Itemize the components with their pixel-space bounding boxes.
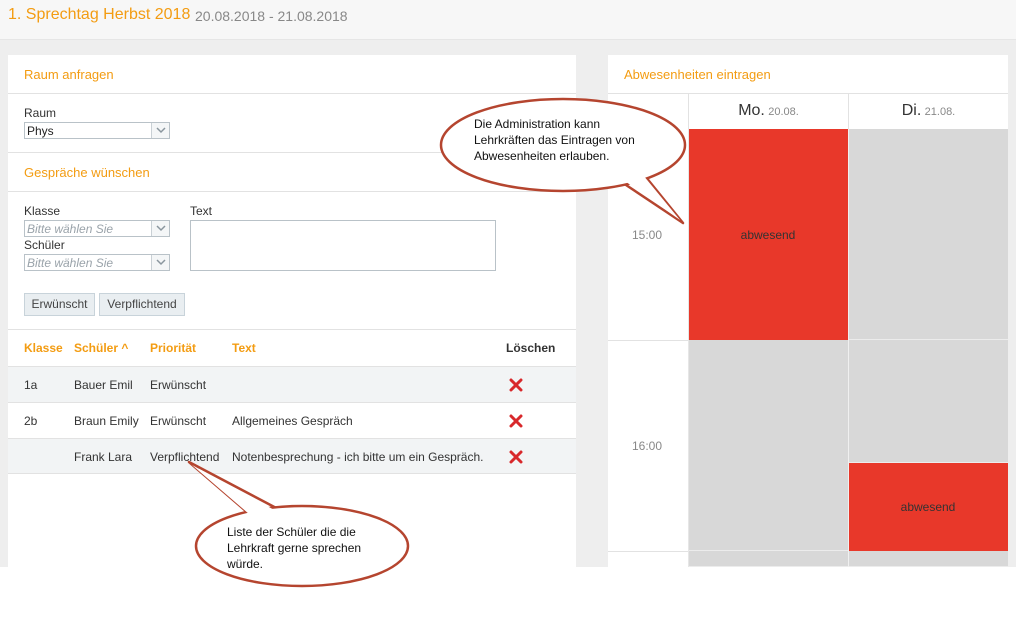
divider [608,551,688,552]
table-row: 2b Braun Emily Erwünscht Allgemeines Ges… [8,402,576,438]
delete-icon[interactable] [508,413,524,429]
room-label: Raum [24,106,57,120]
event-title: 1. Sprechtag Herbst 2018 [8,6,191,23]
absent-label: abwesend [740,228,796,242]
cell-text: Allgemeines Gespräch [232,414,353,428]
column-header-delete: Löschen [506,341,556,355]
absence-slot-tuesday-1630[interactable]: abwesend [848,463,1008,551]
delete-icon[interactable] [508,377,524,393]
time-slot-monday-next[interactable] [688,551,848,567]
column-header-class[interactable]: Klasse [24,341,63,355]
column-header-priority[interactable]: Priorität [150,341,196,355]
day-header-tuesday: Di. 21.08. [848,94,1008,129]
day-name: Mo. [738,102,765,119]
time-slot-monday-1600[interactable] [688,340,848,551]
column-header-student[interactable]: Schüler ^ [74,341,128,355]
absent-label: abwesend [900,500,956,514]
class-select[interactable]: Bitte wählen Sie [24,220,170,237]
cell-student: Frank Lara [74,450,133,464]
day-date: 20.08. [768,106,799,118]
column-header-text[interactable]: Text [232,341,256,355]
cell-priority: Erwünscht [150,378,207,392]
cell-class: 1a [24,378,38,392]
desired-button[interactable]: Erwünscht [24,293,95,316]
callout-list-note: Liste der Schüler die die Lehrkraft gern… [185,458,415,593]
student-select-placeholder: Bitte wählen Sie [27,256,114,270]
day-header-monday: Mo. 20.08. [688,94,848,129]
callout-list-text: Liste der Schüler die die Lehrkraft gern… [227,525,362,571]
cell-priority: Erwünscht [150,414,207,428]
cell-class: 2b [24,414,38,428]
chevron-down-icon[interactable] [151,123,169,138]
time-slot-tuesday-1500[interactable] [848,129,1008,340]
day-name: Di. [901,102,922,119]
time-label: 15:00 [632,228,663,242]
time-slot-tuesday-next[interactable] [848,551,1008,567]
absence-slot-monday-1500[interactable]: abwesend [688,129,848,340]
talk-requests-title: Gespräche wünschen [24,165,150,180]
room-select[interactable]: Phys [24,122,170,139]
event-dates: 20.08.2018 - 21.08.2018 [195,8,348,24]
text-label: Text [190,204,213,218]
absences-title: Abwesenheiten eintragen [624,67,771,82]
divider [8,93,576,94]
day-date: 21.08. [924,106,956,118]
cell-student: Braun Emily [74,414,139,428]
student-select[interactable]: Bitte wählen Sie [24,254,170,271]
room-request-title: Raum anfragen [24,67,114,82]
page-header: 1. Sprechtag Herbst 2018 20.08.2018 - 21… [0,0,1016,40]
table-row: 1a Bauer Emil Erwünscht [8,366,576,402]
class-select-placeholder: Bitte wählen Sie [27,222,114,236]
mandatory-button[interactable]: Verpflichtend [99,293,185,316]
callout-admin-text: Die Administration kann Lehrkräften das … [474,117,635,163]
room-select-value: Phys [27,124,54,138]
class-label: Klasse [24,204,61,218]
divider [608,340,688,341]
callout-admin-note: Die Administration kann Lehrkräften das … [430,95,695,230]
time-slot-tuesday-1600[interactable] [848,340,1008,463]
divider [8,329,576,330]
cell-student: Bauer Emil [74,378,133,392]
chevron-down-icon[interactable] [151,221,169,236]
time-label: 16:00 [632,439,663,453]
student-label: Schüler [24,238,65,252]
chevron-down-icon[interactable] [151,255,169,270]
delete-icon[interactable] [508,449,524,465]
column-divider [848,129,849,567]
